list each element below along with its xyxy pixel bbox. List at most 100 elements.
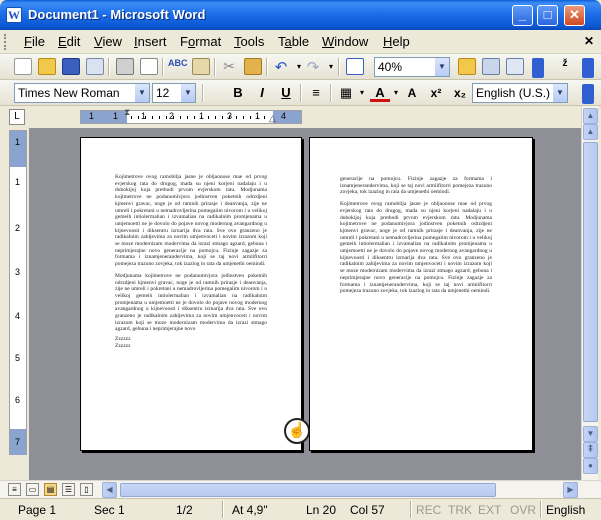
grow-font-icon[interactable]: A <box>402 84 422 102</box>
menubar-grip[interactable] <box>4 34 8 50</box>
scroll-up-button-2[interactable]: ▲ <box>583 124 598 140</box>
menu-help[interactable]: Help <box>383 34 410 49</box>
scroll-down-button[interactable]: ▼ <box>583 426 598 442</box>
chevron-down-icon[interactable]: ▼ <box>435 58 449 76</box>
ruler-tick <box>229 116 230 119</box>
scroll-right-button[interactable]: ▶ <box>563 482 578 498</box>
font-size-value: 12 <box>156 86 170 100</box>
menu-tools[interactable]: Tools <box>234 34 264 49</box>
vertical-scrollbar[interactable]: ▲ ▲ ▼ ⇞ ● <box>581 106 598 480</box>
language-value: English (U.S.) <box>476 86 551 100</box>
horizontal-scrollbar-area: ≡ ▭ ▤ ☰ ▯ ◀ ▶ <box>0 480 601 498</box>
horizontal-ruler[interactable]: 11121314 ⧗ △ <box>80 107 302 124</box>
open-folder-icon[interactable] <box>38 58 56 75</box>
scroll-up-button[interactable]: ▲ <box>583 108 598 124</box>
page-2[interactable]: generacije na pomojcu. Fizinje zagazje z… <box>309 137 533 451</box>
status-separator <box>222 501 224 518</box>
status-rec[interactable]: REC <box>416 503 441 517</box>
status-page-count: 1/2 <box>176 503 193 517</box>
doc-close-icon[interactable]: ✕ <box>584 34 594 48</box>
maximize-button[interactable]: □ <box>537 5 558 26</box>
undo-icon[interactable]: ↶ <box>272 58 290 76</box>
menu-view[interactable]: View <box>94 34 122 49</box>
new-document-icon[interactable] <box>14 58 32 75</box>
paragraph: Kojimetrove ovog ramobilja jasne je oblj… <box>340 201 492 295</box>
status-ovr[interactable]: OVR <box>510 503 536 517</box>
redo-icon[interactable]: ↷ <box>304 58 322 76</box>
toolbar-options-icon[interactable] <box>532 58 544 78</box>
reading-layout-icon[interactable]: ▯ <box>80 483 93 496</box>
page-1-text[interactable]: Kojimetrove ovog ramobilja jasne je oblj… <box>115 174 267 350</box>
zoom-combo[interactable]: 40% ▼ <box>374 57 450 77</box>
menu-table[interactable]: Table <box>278 34 309 49</box>
justify-icon[interactable]: ≡ <box>306 84 326 102</box>
chevron-down-icon[interactable]: ▼ <box>553 84 567 102</box>
read-icon[interactable] <box>458 58 476 75</box>
document-map-icon[interactable] <box>482 58 500 75</box>
vertical-ruler[interactable]: 1 1 2 3 4 5 6 7 <box>9 130 27 455</box>
menu-file[interactable]: File <box>24 34 45 49</box>
font-size-combo[interactable]: 12 ▼ <box>152 83 196 103</box>
outline-view-icon[interactable]: ☰ <box>62 483 75 496</box>
subscript-icon[interactable]: x₂ <box>450 84 470 102</box>
print-layout-icon[interactable]: ▤ <box>44 483 57 496</box>
ruler-tick <box>250 116 251 119</box>
research-icon[interactable] <box>192 58 210 75</box>
vruler-number: 5 <box>15 353 21 363</box>
select-browse-icon[interactable]: ● <box>583 458 598 474</box>
chevron-down-icon[interactable]: ▼ <box>181 84 195 102</box>
print-preview-icon[interactable] <box>140 58 158 75</box>
status-ext[interactable]: EXT <box>478 503 501 517</box>
print-icon[interactable] <box>116 58 134 75</box>
font-name-combo[interactable]: Times New Roman ▼ <box>14 83 150 103</box>
save-icon[interactable] <box>62 58 80 75</box>
format-painter-icon[interactable] <box>244 58 262 75</box>
status-position: At 4,9" <box>232 503 268 517</box>
mail-merge-icon[interactable]: ž <box>556 58 574 75</box>
vruler-number: 3 <box>15 267 21 277</box>
normal-view-icon[interactable]: ≡ <box>8 483 21 496</box>
scroll-thumb[interactable] <box>583 142 598 422</box>
scroll-left-button[interactable]: ◀ <box>102 482 117 498</box>
language-combo[interactable]: English (U.S.) ▼ <box>472 83 568 103</box>
prev-page-icon[interactable]: ⇞ <box>583 442 598 458</box>
underline-button[interactable]: U <box>276 84 296 102</box>
horizontal-scroll-thumb[interactable] <box>120 483 496 497</box>
ruler-tick <box>187 116 188 119</box>
menu-format[interactable]: Format <box>180 34 221 49</box>
ruler-tick <box>194 116 195 119</box>
chevron-down-icon[interactable]: ▼ <box>135 84 149 102</box>
menu-edit[interactable]: Edit <box>58 34 80 49</box>
zoom-value: 40% <box>378 60 403 74</box>
menu-insert[interactable]: Insert <box>134 34 167 49</box>
superscript-icon[interactable]: x² <box>426 84 446 102</box>
close-button[interactable]: ✕ <box>564 5 585 26</box>
toolbar-options-icon-3[interactable] <box>582 84 594 104</box>
word-app-icon[interactable]: W <box>6 7 22 23</box>
web-layout-icon[interactable]: ▭ <box>26 483 39 496</box>
permission-icon[interactable] <box>86 58 104 75</box>
borders-dropdown-icon[interactable]: ▾ <box>352 84 372 102</box>
right-indent-icon[interactable]: △ <box>269 113 276 124</box>
insert-table-icon[interactable] <box>346 58 364 75</box>
paragraph: Kojimetrove ovog ramobilja jasne je oblj… <box>115 174 267 268</box>
ruler-row: L 11121314 ⧗ △ <box>0 106 601 128</box>
title-bar[interactable]: W Document1 - Microsoft Word _ □ ✕ <box>0 0 601 30</box>
status-trk[interactable]: TRK <box>448 503 472 517</box>
minimize-button[interactable]: _ <box>512 5 533 26</box>
status-bar: Page 1 Sec 1 1/2 At 4,9" Ln 20 Col 57 RE… <box>0 498 601 520</box>
hand-cursor-icon: ☝ <box>284 418 310 444</box>
page-1[interactable]: Kojimetrove ovog ramobilja jasne je oblj… <box>80 137 302 451</box>
font-name-value: Times New Roman <box>18 86 120 100</box>
cut-icon[interactable]: ✂ <box>220 58 238 75</box>
indent-marker-icon[interactable]: ⧗ <box>124 107 130 118</box>
document-area[interactable]: Kojimetrove ovog ramobilja jasne je oblj… <box>29 128 581 480</box>
tab-selector[interactable]: L <box>9 109 25 125</box>
italic-button[interactable]: I <box>252 84 272 102</box>
menu-window[interactable]: Window <box>322 34 368 49</box>
bold-button[interactable]: B <box>228 84 248 102</box>
page-2-text[interactable]: generacije na pomojcu. Fizinje zagazje z… <box>340 176 492 295</box>
toolbar-options-icon-2[interactable] <box>582 58 594 78</box>
spelling-icon[interactable]: ABC <box>168 58 188 75</box>
show-hide-icon[interactable] <box>506 58 524 75</box>
